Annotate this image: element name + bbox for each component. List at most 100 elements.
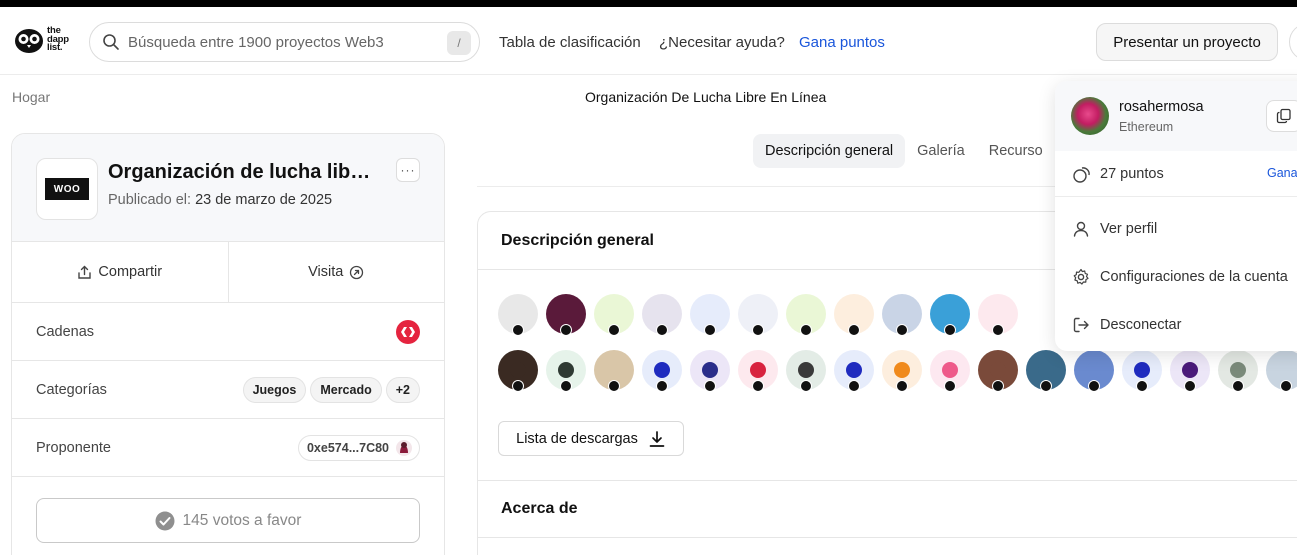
search-box[interactable]: / <box>89 22 480 62</box>
user-avatar <box>1071 97 1109 135</box>
supporter-avatar[interactable] <box>786 350 826 392</box>
supporter-avatar[interactable] <box>498 294 538 336</box>
copy-address-button[interactable] <box>1266 100 1297 132</box>
view-profile-item[interactable]: Ver perfil <box>1055 205 1297 253</box>
download-list-button[interactable]: Lista de descargas <box>498 421 684 456</box>
more-options-button[interactable]: ··· <box>396 158 420 182</box>
project-name: Organización de lucha lib… <box>108 161 371 183</box>
tab-overview[interactable]: Descripción general <box>753 134 906 168</box>
account-settings-item[interactable]: Configuraciones de la cuenta <box>1055 253 1297 301</box>
earn-points-link[interactable]: Gana <box>1267 166 1297 180</box>
supporter-avatar[interactable] <box>498 350 538 392</box>
avatar-glyph <box>654 362 670 378</box>
upvote-badge-icon <box>704 324 716 336</box>
avatar-glyph <box>1230 362 1246 378</box>
supporter-avatar[interactable] <box>978 294 1018 336</box>
supporter-avatar[interactable] <box>738 294 778 336</box>
dropdown-user-info: rosahermosa Ethereum <box>1055 81 1297 151</box>
gear-icon <box>1073 268 1089 285</box>
upvote-badge-icon <box>944 324 956 336</box>
nav-leaderboard-link[interactable]: Tabla de clasificación <box>499 34 641 51</box>
supporter-avatar[interactable] <box>930 350 970 392</box>
page-title: Organización De Lucha Libre En Línea <box>585 89 827 105</box>
published-date: 23 de marzo de 2025 <box>195 192 333 208</box>
nav-help-link[interactable]: ¿Necesitar ayuda? <box>659 34 785 51</box>
supporter-avatar[interactable] <box>834 350 874 392</box>
site-logo[interactable]: the dapp list. <box>14 25 69 55</box>
supporter-avatar[interactable] <box>978 350 1018 392</box>
supporter-avatar[interactable] <box>1170 350 1210 392</box>
external-link-icon <box>350 265 364 279</box>
breadcrumb[interactable]: Hogar <box>12 89 50 105</box>
upvote-badge-icon <box>1232 380 1244 392</box>
supporter-avatar[interactable] <box>882 294 922 336</box>
supporter-avatar[interactable] <box>882 350 922 392</box>
project-tabs: Descripción general Galería Recurso <box>753 134 1055 168</box>
supporter-avatar[interactable] <box>690 350 730 392</box>
share-button[interactable]: Compartir <box>12 242 229 302</box>
owl-logo-icon <box>15 29 43 53</box>
supporter-avatar[interactable] <box>594 294 634 336</box>
app-header: the dapp list. / Tabla de clasificación … <box>0 7 1297 75</box>
supporter-avatar[interactable] <box>786 294 826 336</box>
supporter-avatar[interactable] <box>546 294 586 336</box>
about-heading: Acerca de <box>501 500 578 517</box>
supporter-avatar[interactable] <box>1122 350 1162 392</box>
supporter-avatar[interactable] <box>642 294 682 336</box>
tab-resources[interactable]: Recurso <box>977 134 1055 168</box>
category-more-chip[interactable]: +2 <box>385 376 420 403</box>
supporter-avatar[interactable] <box>690 294 730 336</box>
upvote-badge-icon <box>1088 380 1100 392</box>
supporter-avatar[interactable] <box>834 294 874 336</box>
nav-earn-points-link[interactable]: Gana puntos <box>799 34 885 51</box>
categories-row: Categorías Juegos Mercado +2 <box>12 361 444 419</box>
upvote-badge-icon <box>512 324 524 336</box>
upvote-badge-icon <box>896 380 908 392</box>
category-chips: Juegos Mercado +2 <box>242 376 420 403</box>
avatar-glyph <box>702 362 718 378</box>
points-value: 27 puntos <box>1100 165 1164 182</box>
supporter-avatar[interactable] <box>1074 350 1114 392</box>
upvote-badge-icon <box>1184 380 1196 392</box>
avatar-glyph <box>1134 362 1150 378</box>
supporter-avatar[interactable] <box>594 350 634 392</box>
search-icon <box>103 34 119 50</box>
visit-button[interactable]: Visita <box>229 242 445 302</box>
avatar-glyph <box>990 362 1006 378</box>
category-chip[interactable]: Juegos <box>242 376 307 403</box>
user-dropdown-menu: rosahermosa Ethereum 27 puntos Gana Ver … <box>1055 81 1297 351</box>
points-icon <box>1073 166 1090 183</box>
supporter-avatar[interactable] <box>642 350 682 392</box>
logout-icon <box>1073 317 1089 333</box>
upvote-badge-icon <box>752 324 764 336</box>
tab-gallery[interactable]: Galería <box>905 134 977 168</box>
published-label: Publicado el: <box>108 192 192 208</box>
user-icon <box>1073 221 1089 237</box>
submit-project-button[interactable]: Presentar un proyecto <box>1096 23 1278 61</box>
search-input[interactable] <box>128 33 438 51</box>
avatar-glyph <box>1086 362 1102 378</box>
share-label: Compartir <box>98 264 163 280</box>
upvote-button[interactable]: 145 votos a favor <box>36 498 420 543</box>
chains-label: Cadenas <box>36 323 95 340</box>
share-icon <box>78 265 92 279</box>
project-sidebar-card: WOO Organización de lucha lib… Publicado… <box>11 133 445 555</box>
visit-label: Visita <box>308 264 344 280</box>
category-chip[interactable]: Mercado <box>310 376 382 403</box>
hive-chain-icon[interactable] <box>396 319 420 344</box>
upvote-badge-icon <box>752 380 764 392</box>
chains-row: Cadenas <box>12 303 444 361</box>
supporter-avatar[interactable] <box>738 350 778 392</box>
supporter-avatar[interactable] <box>546 350 586 392</box>
proposer-avatar-icon <box>396 439 412 456</box>
download-icon <box>649 430 665 447</box>
supporter-avatar[interactable] <box>1218 350 1258 392</box>
user-menu-button[interactable] <box>1289 23 1297 61</box>
avatar-glyph <box>1182 362 1198 378</box>
supporter-avatar[interactable] <box>1026 350 1066 392</box>
supporter-avatar[interactable] <box>930 294 970 336</box>
avatar-glyph <box>846 362 862 378</box>
logout-item[interactable]: Desconectar <box>1055 301 1297 349</box>
supporter-avatar[interactable] <box>1266 350 1297 392</box>
proposer-address-chip[interactable]: 0xe574...7C80 <box>297 434 420 461</box>
